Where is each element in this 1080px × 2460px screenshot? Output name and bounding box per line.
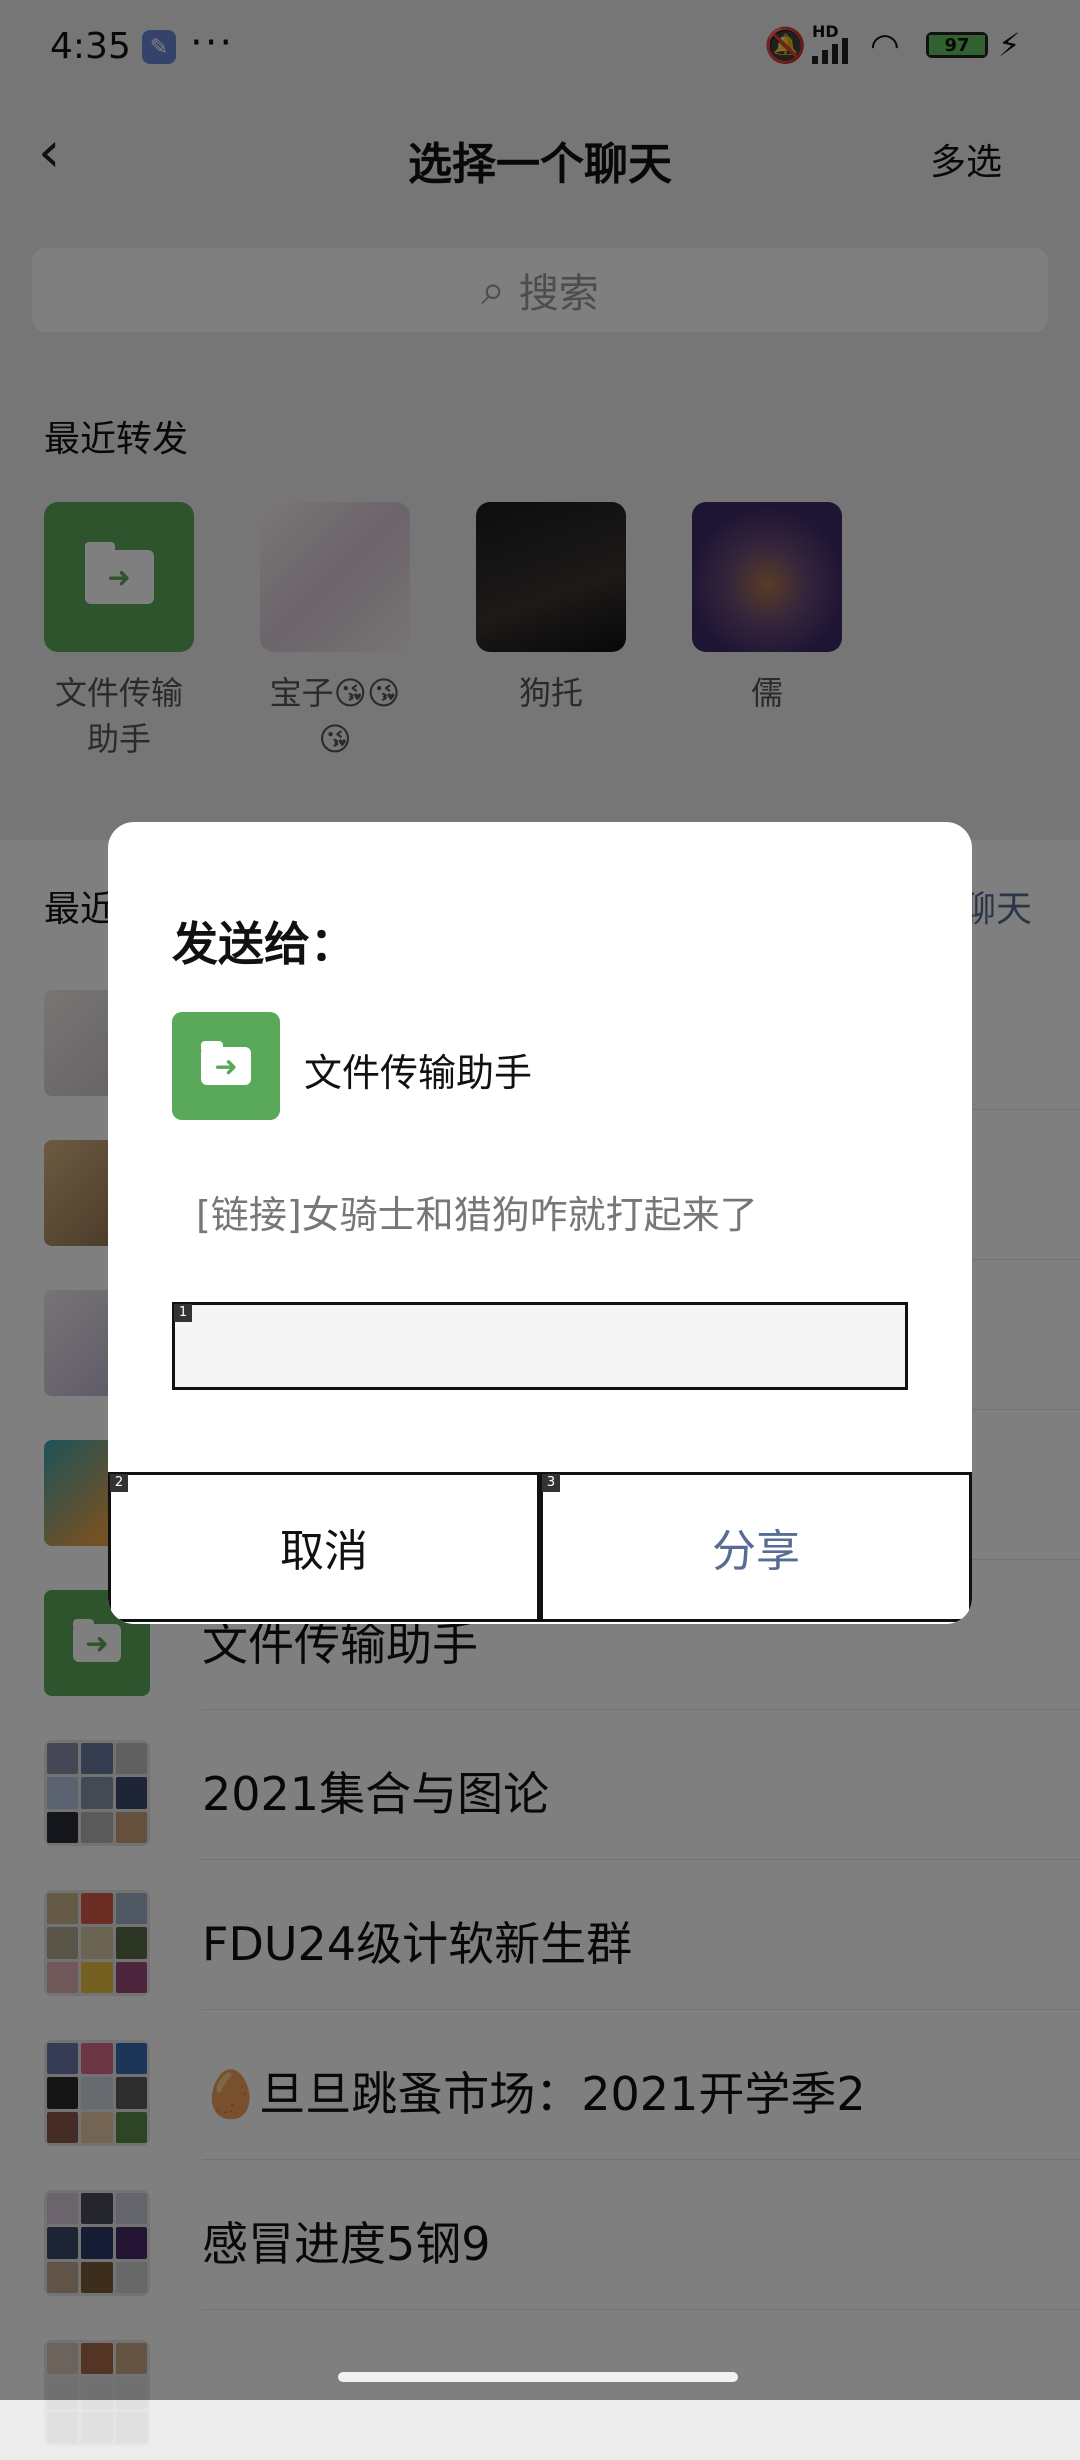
- file-transfer-avatar: ➜: [172, 1012, 280, 1120]
- cancel-button[interactable]: 取消: [108, 1472, 540, 1622]
- message-input[interactable]: [172, 1302, 908, 1390]
- share-button[interactable]: 分享: [540, 1472, 972, 1622]
- dialog-title: 发送给：: [172, 917, 356, 971]
- annotation-tag: 3: [542, 1474, 560, 1492]
- annotation-tag: 1: [174, 1304, 192, 1322]
- shared-message-preview: [链接]女骑士和猎狗咋就打起来了: [196, 1193, 758, 1237]
- send-dialog: 发送给： ➜ 文件传输助手 [链接]女骑士和猎狗咋就打起来了 1 取消 分享 2…: [108, 822, 972, 1624]
- home-indicator[interactable]: [338, 2372, 738, 2382]
- annotation-tag: 2: [110, 1474, 128, 1492]
- dialog-buttons: 取消 分享 2 3: [108, 1472, 972, 1624]
- recipient-name: 文件传输助手: [304, 1051, 533, 1095]
